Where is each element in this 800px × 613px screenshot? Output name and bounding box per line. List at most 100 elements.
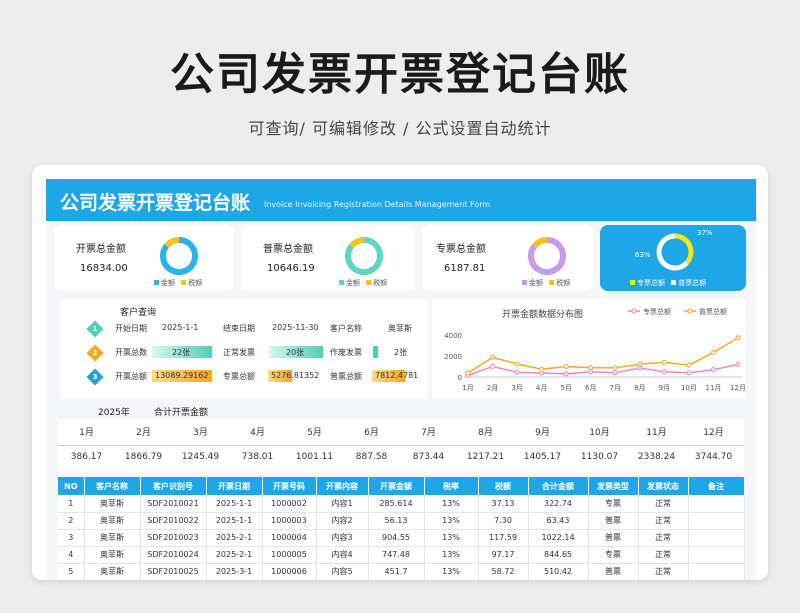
column-header[interactable]: 发票类型 [588, 477, 639, 495]
table-cell[interactable]: 内容3 [316, 529, 369, 547]
table-cell[interactable]: 451.7 [368, 563, 425, 580]
table-cell[interactable]: 正常 [638, 495, 689, 513]
card-normal-amount[interactable]: 普票总金额 10646.19 金额 税额 [241, 225, 415, 291]
donut-slice-tax [164, 237, 180, 248]
column-header[interactable]: 开票金额 [368, 477, 425, 495]
table-cell[interactable]: 7.30 [478, 512, 529, 530]
column-header[interactable]: 客户名称 [84, 477, 141, 495]
column-header[interactable]: NO [58, 477, 85, 495]
table-cell[interactable]: 904.55 [368, 529, 425, 547]
table-cell[interactable]: 2 [58, 512, 85, 530]
table-cell[interactable] [688, 563, 745, 580]
table-cell[interactable]: SDF2010022 [140, 512, 207, 530]
table-cell[interactable]: 1000003 [262, 512, 317, 530]
table-cell[interactable]: 专票 [588, 495, 639, 513]
y-tick-label: 0 [458, 374, 462, 382]
table-cell[interactable]: 1000005 [262, 546, 317, 564]
table-cell[interactable]: 56.13 [368, 512, 425, 530]
table-cell[interactable]: 正常 [638, 563, 689, 580]
table-cell[interactable] [688, 546, 745, 564]
table-cell[interactable]: 3 [58, 529, 85, 547]
column-header[interactable]: 税额 [478, 477, 529, 495]
table-cell[interactable]: 普票 [588, 512, 639, 530]
table-cell[interactable]: 内容1 [316, 495, 369, 513]
table-cell[interactable]: 1000004 [262, 529, 317, 547]
table-cell[interactable]: 37.13 [478, 495, 529, 513]
table-cell[interactable]: 1000006 [262, 563, 317, 580]
table-cell[interactable]: 正常 [638, 512, 689, 530]
start-date-value[interactable]: 2025-1-1 [162, 323, 198, 332]
table-cell[interactable]: 2025-2-1 [206, 546, 263, 564]
table-cell[interactable]: 1 [58, 495, 85, 513]
table-cell[interactable]: 奥菲斯 [84, 546, 141, 564]
step-badge: 1 [86, 320, 104, 338]
donut-chart [345, 237, 383, 275]
column-header[interactable]: 税率 [424, 477, 479, 495]
table-cell[interactable] [688, 529, 745, 547]
table-cell[interactable]: 322.74 [528, 495, 589, 513]
column-header[interactable]: 备注 [688, 477, 745, 495]
table-cell[interactable]: 117.59 [478, 529, 529, 547]
table-cell[interactable]: 1022.14 [528, 529, 589, 547]
table-cell[interactable]: 专票 [588, 546, 639, 564]
data-point [514, 369, 520, 375]
table-row[interactable]: 1 奥菲斯 SDF2010021 2025-1-1 1000002 内容1 285.614 1… [58, 495, 745, 513]
legend-label: 专票总额 [637, 279, 665, 287]
table-cell[interactable]: 2025-2-1 [206, 529, 263, 547]
x-tick-label: 12月 [730, 384, 746, 392]
table-cell[interactable]: 747.48 [368, 546, 425, 564]
column-header[interactable]: 发票状态 [638, 477, 689, 495]
table-cell[interactable]: 内容5 [316, 563, 369, 580]
table-cell[interactable]: 58.72 [478, 563, 529, 580]
table-cell[interactable]: 奥菲斯 [84, 495, 141, 513]
column-header[interactable]: 客户识别号 [140, 477, 207, 495]
table-cell[interactable]: 2025-3-1 [206, 563, 263, 580]
table-cell[interactable]: 普票 [588, 563, 639, 580]
table-cell[interactable]: 13% [424, 512, 479, 530]
table-row[interactable]: 3 奥菲斯 SDF2010023 2025-2-1 1000004 内容3 904.55 13… [58, 529, 745, 547]
table-row[interactable]: 2 奥菲斯 SDF2010022 2025-1-1 1000003 内容2 56.13 13%… [58, 512, 745, 530]
customer-name-value[interactable]: 奥菲斯 [388, 323, 412, 334]
table-cell[interactable]: 正常 [638, 529, 689, 547]
data-point [588, 365, 594, 371]
table-cell[interactable]: 13% [424, 546, 479, 564]
card-total-amount[interactable]: 开票总金额 16834.00 金额 税额 [54, 225, 234, 291]
table-cell[interactable]: 510.42 [528, 563, 589, 580]
column-header[interactable]: 开票号码 [262, 477, 317, 495]
table-cell[interactable]: 13% [424, 563, 479, 580]
table-cell[interactable]: 5 [58, 563, 85, 580]
end-date-value[interactable]: 2025-11-30 [272, 323, 319, 332]
table-cell[interactable]: 63.43 [528, 512, 589, 530]
table-cell[interactable]: SDF2010023 [140, 529, 207, 547]
table-row[interactable]: 4 奥菲斯 SDF2010024 2025-2-1 1000005 内容4 747.48 13… [58, 546, 745, 564]
card-special-amount[interactable]: 专票总金额 6187.81 金额 税额 [422, 225, 594, 291]
column-header[interactable]: 开票内容 [316, 477, 369, 495]
table-cell[interactable]: 13% [424, 529, 479, 547]
table-cell[interactable]: SDF2010025 [140, 563, 207, 580]
card-ratio[interactable]: 37% 63% 专票总额 普票总额 [600, 225, 746, 291]
table-cell[interactable]: 正常 [638, 546, 689, 564]
table-cell[interactable] [688, 512, 745, 530]
table-cell[interactable]: 内容4 [316, 546, 369, 564]
table-cell[interactable] [688, 495, 745, 513]
table-cell[interactable]: 2025-1-1 [206, 495, 263, 513]
table-cell[interactable]: 13% [424, 495, 479, 513]
table-cell[interactable]: 285.614 [368, 495, 425, 513]
table-row[interactable]: 5 奥菲斯 SDF2010025 2025-3-1 1000006 内容5 451.7 13%… [58, 563, 745, 580]
table-header-row: NO 客户名称 客户识别号 开票日期 开票号码 开票内容 开票金额 税率 税额 合计金额 发票类型发… [58, 477, 745, 495]
table-cell[interactable]: 97.17 [478, 546, 529, 564]
column-header[interactable]: 合计金额 [528, 477, 589, 495]
table-cell[interactable]: 奥菲斯 [84, 529, 141, 547]
column-header[interactable]: 开票日期 [206, 477, 263, 495]
month-total-value: 1405.17 [523, 452, 562, 462]
table-cell[interactable]: 奥菲斯 [84, 563, 141, 580]
table-cell[interactable]: 844.65 [528, 546, 589, 564]
table-cell[interactable]: SDF2010024 [140, 546, 207, 564]
table-cell[interactable]: 4 [58, 546, 85, 564]
table-cell[interactable]: 2025-1-1 [206, 512, 263, 530]
table-cell[interactable]: SDF2010021 [140, 495, 207, 513]
table-cell[interactable]: 内容2 [316, 512, 369, 530]
table-cell[interactable]: 奥菲斯 [84, 512, 141, 530]
table-cell[interactable]: 1000002 [262, 495, 317, 513]
table-cell[interactable]: 普票 [588, 529, 639, 547]
